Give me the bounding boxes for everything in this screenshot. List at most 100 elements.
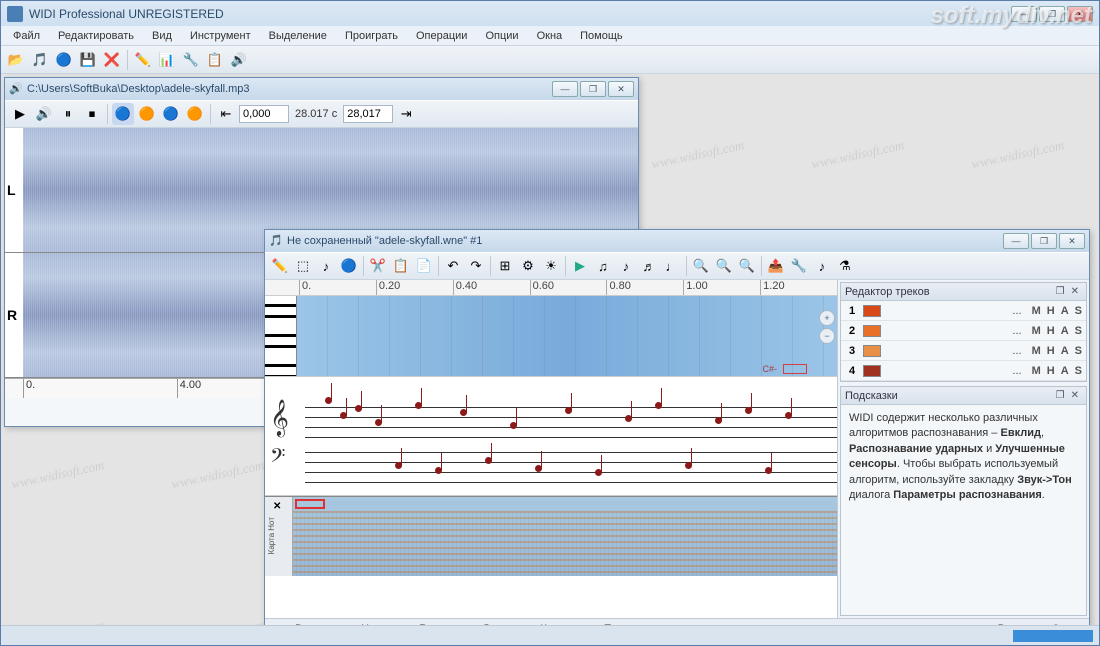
track-row[interactable]: 4...MHAS: [841, 361, 1086, 381]
erase-icon[interactable]: 🔵: [338, 255, 360, 277]
speaker-icon[interactable]: 🔊: [228, 49, 250, 71]
track-btn-m[interactable]: M: [1032, 345, 1041, 357]
track-btn-h[interactable]: H: [1047, 345, 1055, 357]
panel-close-icon[interactable]: ✕: [1068, 390, 1082, 401]
track-btn-h[interactable]: H: [1047, 325, 1055, 337]
delete-icon[interactable]: ❌: [101, 49, 123, 71]
menu-instrument[interactable]: Инструмент: [182, 28, 259, 44]
note[interactable]: [415, 402, 422, 409]
track-btn-h[interactable]: H: [1047, 305, 1055, 317]
menu-windows[interactable]: Окна: [529, 28, 571, 44]
play-sound-icon[interactable]: 🔊: [33, 103, 55, 125]
marker-a-icon[interactable]: 🔵: [112, 103, 134, 125]
note[interactable]: [745, 407, 752, 414]
note[interactable]: [625, 415, 632, 422]
track-btn-a[interactable]: A: [1061, 365, 1069, 377]
maximize-button[interactable]: ❐: [1039, 6, 1065, 22]
zoom-fit-icon[interactable]: 🔍: [736, 255, 758, 277]
zoom-out-icon[interactable]: 🔍: [713, 255, 735, 277]
track-menu[interactable]: ...: [885, 325, 1028, 337]
track-btn-m[interactable]: M: [1032, 365, 1041, 377]
note[interactable]: [685, 462, 692, 469]
audio-minimize-button[interactable]: —: [552, 81, 578, 97]
track-btn-m[interactable]: M: [1032, 305, 1041, 317]
note[interactable]: [375, 419, 382, 426]
play-all-icon[interactable]: ♬: [638, 255, 660, 277]
open-icon[interactable]: 📂: [5, 49, 27, 71]
chart-icon[interactable]: 📊: [156, 49, 178, 71]
menu-play[interactable]: Проиграть: [337, 28, 406, 44]
play-track-icon[interactable]: ♪: [615, 255, 637, 277]
pencil-icon[interactable]: ✏️: [132, 49, 154, 71]
note[interactable]: [435, 467, 442, 474]
time-end-input[interactable]: [343, 105, 393, 123]
track-menu[interactable]: ...: [885, 345, 1028, 357]
pianoroll-cursor[interactable]: [295, 499, 325, 509]
editor-maximize-button[interactable]: ❐: [1031, 233, 1057, 249]
track-menu[interactable]: ...: [885, 365, 1028, 377]
select-icon[interactable]: ⬚: [292, 255, 314, 277]
seek-start-icon[interactable]: ⇤: [215, 103, 237, 125]
spectrogram-canvas[interactable]: C#-: [297, 296, 837, 376]
loop-icon[interactable]: ♩: [661, 255, 683, 277]
seek-end-icon[interactable]: ⇥: [395, 103, 417, 125]
track-btn-a[interactable]: A: [1061, 345, 1069, 357]
editor-time-ruler[interactable]: 0. 0.20 0.40 0.60 0.80 1.00 1.20: [265, 280, 837, 296]
track-row[interactable]: 3...MHAS: [841, 341, 1086, 361]
note[interactable]: [340, 412, 347, 419]
menu-file[interactable]: Файл: [5, 28, 48, 44]
export-icon[interactable]: 📤: [765, 255, 787, 277]
menu-view[interactable]: Вид: [144, 28, 180, 44]
pianoroll-notes[interactable]: [293, 511, 837, 576]
marker-d-icon[interactable]: 🟠: [184, 103, 206, 125]
track-btn-s[interactable]: S: [1075, 325, 1082, 337]
track-color-swatch[interactable]: [863, 345, 881, 357]
note[interactable]: [355, 405, 362, 412]
menu-help[interactable]: Помощь: [572, 28, 631, 44]
cut-icon[interactable]: ✂️: [367, 255, 389, 277]
track-btn-m[interactable]: M: [1032, 325, 1041, 337]
note-marker-box[interactable]: [783, 364, 807, 374]
stop-icon[interactable]: ⏹: [81, 103, 103, 125]
track-row[interactable]: 1...MHAS: [841, 301, 1086, 321]
zoom-v-in-icon[interactable]: +: [819, 310, 835, 326]
analyze-icon[interactable]: ⚗: [834, 255, 856, 277]
track-color-swatch[interactable]: [863, 365, 881, 377]
note[interactable]: [395, 462, 402, 469]
spectrogram[interactable]: C#-: [265, 296, 837, 376]
note-tool-icon[interactable]: ♪: [315, 255, 337, 277]
play-icon[interactable]: ▶: [9, 103, 31, 125]
audio-titlebar[interactable]: 🔊 C:\Users\SoftBuka\Desktop\adele-skyfal…: [5, 78, 638, 100]
note[interactable]: [715, 417, 722, 424]
zoom-in-icon[interactable]: 🔍: [690, 255, 712, 277]
track-btn-s[interactable]: S: [1075, 305, 1082, 317]
note[interactable]: [655, 402, 662, 409]
note[interactable]: [765, 467, 772, 474]
play-note-icon[interactable]: ♫: [592, 255, 614, 277]
menu-edit[interactable]: Редактировать: [50, 28, 142, 44]
editor-minimize-button[interactable]: —: [1003, 233, 1029, 249]
pianoroll[interactable]: ✕ Карта Нот: [265, 496, 837, 576]
paste-icon[interactable]: 📄: [413, 255, 435, 277]
audio-close-button[interactable]: ✕: [608, 81, 634, 97]
copy-icon[interactable]: 📋: [390, 255, 412, 277]
menu-options[interactable]: Опции: [477, 28, 526, 44]
panel-close-icon[interactable]: ✕: [1068, 286, 1082, 297]
time-start-input[interactable]: [239, 105, 289, 123]
note[interactable]: [460, 409, 467, 416]
score-view[interactable]: 𝄞 𝄢: [265, 376, 837, 496]
marker-c-icon[interactable]: 🔵: [160, 103, 182, 125]
marker-b-icon[interactable]: 🟠: [136, 103, 158, 125]
hints-header[interactable]: Подсказки ❐ ✕: [841, 387, 1086, 405]
panel-dock-icon[interactable]: ❐: [1053, 286, 1068, 297]
note[interactable]: [510, 422, 517, 429]
options-icon[interactable]: 🔧: [788, 255, 810, 277]
settings-icon[interactable]: ⚙: [517, 255, 539, 277]
pianoroll-close-icon[interactable]: ✕: [273, 501, 281, 512]
undo-icon[interactable]: ↶: [442, 255, 464, 277]
save-icon[interactable]: 💾: [77, 49, 99, 71]
grid-icon[interactable]: ⊞: [494, 255, 516, 277]
track-btn-s[interactable]: S: [1075, 345, 1082, 357]
track-menu[interactable]: ...: [885, 305, 1028, 317]
note-icon[interactable]: 🎵: [29, 49, 51, 71]
